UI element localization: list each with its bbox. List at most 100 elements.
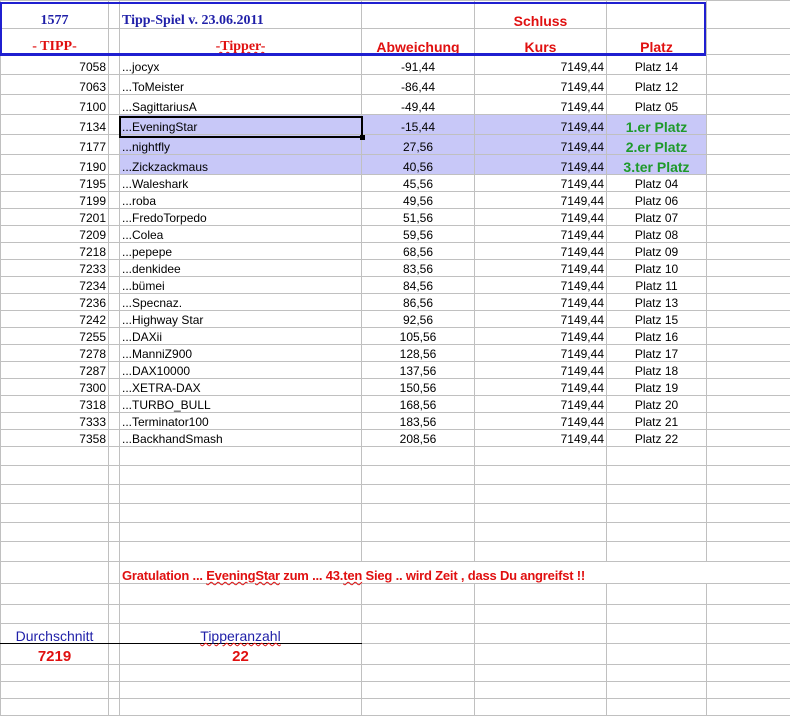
platz-value[interactable]: Platz 04 [606,174,707,192]
tipper-name[interactable]: ...Waleshark [119,174,362,192]
abweichung-value[interactable]: 137,56 [361,361,475,379]
cell[interactable] [606,681,707,699]
abweichung-value[interactable]: -15,44 [361,114,475,135]
kurs-value[interactable]: 7149,44 [474,242,607,260]
platz-value[interactable]: Platz 13 [606,293,707,311]
abweichung-value[interactable]: 40,56 [361,154,475,175]
cell[interactable] [108,484,120,504]
cell[interactable] [474,484,607,504]
cell[interactable] [119,681,362,699]
cell[interactable] [108,54,120,75]
cell[interactable] [361,503,475,523]
platz-value[interactable]: 2.er Platz [606,134,707,155]
count-label-cell[interactable]: Tipperanzahl [119,623,362,644]
cell[interactable] [361,522,475,542]
cell[interactable] [706,134,790,155]
cell[interactable] [108,74,120,95]
congratulation-message[interactable]: Gratulation ... EveningStar zum ... 43.t… [119,561,790,584]
cell[interactable] [706,310,790,328]
cell[interactable] [0,681,109,699]
platz-value[interactable]: Platz 11 [606,276,707,294]
cell[interactable] [706,293,790,311]
kurs-value[interactable]: 7149,44 [474,378,607,396]
kurs-value[interactable]: 7149,44 [474,310,607,328]
abweichung-value[interactable]: 105,56 [361,327,475,345]
cell[interactable] [108,114,120,135]
cell[interactable] [474,503,607,523]
platz-value[interactable]: Platz 14 [606,54,707,75]
platz-value[interactable]: Platz 17 [606,344,707,362]
tipper-name[interactable]: ...Zickzackmaus [119,154,362,175]
cell[interactable] [706,503,790,523]
average-label[interactable]: Durchschnitt [0,623,109,644]
tipper-name[interactable]: ...BackhandSmash [119,429,362,447]
tipp-value[interactable]: 7318 [0,395,109,413]
tipp-value[interactable]: 7177 [0,134,109,155]
cell[interactable] [108,643,120,665]
cell[interactable] [706,174,790,192]
abweichung-value[interactable]: 128,56 [361,344,475,362]
cell[interactable] [361,698,475,716]
cell[interactable] [0,664,109,682]
platz-value[interactable]: Platz 22 [606,429,707,447]
cell[interactable] [108,28,120,55]
cell[interactable] [0,522,109,542]
cell[interactable] [606,643,707,665]
kurs-value[interactable]: 7149,44 [474,225,607,243]
cell[interactable] [108,604,120,624]
tipper-name[interactable]: ...Specnaz. [119,293,362,311]
abweichung-value[interactable]: 83,56 [361,259,475,277]
platz-value[interactable]: Platz 05 [606,94,707,115]
cell[interactable] [108,465,120,485]
header-abweichung[interactable]: Abweichung [361,28,475,55]
tipp-value[interactable]: 7190 [0,154,109,175]
tipper-name[interactable]: ...pepepe [119,242,362,260]
cell[interactable] [0,503,109,523]
cell[interactable] [361,484,475,504]
cell[interactable] [706,225,790,243]
cell[interactable] [0,698,109,716]
tipp-value[interactable]: 7063 [0,74,109,95]
cell[interactable] [606,0,707,29]
kurs-value[interactable]: 7149,44 [474,154,607,175]
cell[interactable] [108,361,120,379]
abweichung-value[interactable]: 51,56 [361,208,475,226]
cell[interactable] [108,191,120,209]
header-schluss[interactable]: Schluss [474,0,607,29]
kurs-value[interactable]: 7149,44 [474,293,607,311]
cell[interactable] [706,429,790,447]
abweichung-value[interactable]: 150,56 [361,378,475,396]
kurs-value[interactable]: 7149,44 [474,361,607,379]
platz-value[interactable]: Platz 20 [606,395,707,413]
cell[interactable] [108,174,120,192]
cell[interactable] [108,378,120,396]
cell[interactable] [108,583,120,605]
cell[interactable] [361,623,475,644]
abweichung-value[interactable]: 45,56 [361,174,475,192]
cell[interactable] [119,541,362,562]
tipp-value[interactable]: 7100 [0,94,109,115]
cell[interactable] [0,583,109,605]
tipp-value[interactable]: 7333 [0,412,109,430]
cell[interactable] [474,623,607,644]
platz-value[interactable]: Platz 07 [606,208,707,226]
platz-value[interactable]: Platz 15 [606,310,707,328]
tipper-name[interactable]: ...FredoTorpedo [119,208,362,226]
platz-value[interactable]: Platz 08 [606,225,707,243]
platz-value[interactable]: Platz 19 [606,378,707,396]
tipp-value[interactable]: 7218 [0,242,109,260]
cell[interactable] [108,561,120,584]
cell[interactable] [606,664,707,682]
tipp-value[interactable]: 7236 [0,293,109,311]
cell[interactable] [108,623,120,644]
cell[interactable] [706,623,790,644]
kurs-value[interactable]: 7149,44 [474,276,607,294]
cell[interactable] [606,503,707,523]
kurs-value[interactable]: 7149,44 [474,395,607,413]
cell[interactable] [119,465,362,485]
tipper-name[interactable]: ...TURBO_BULL [119,395,362,413]
cell[interactable] [474,541,607,562]
tipper-name[interactable]: ...XETRA-DAX [119,378,362,396]
abweichung-value[interactable]: 92,56 [361,310,475,328]
header-kurs[interactable]: Kurs [474,28,607,55]
